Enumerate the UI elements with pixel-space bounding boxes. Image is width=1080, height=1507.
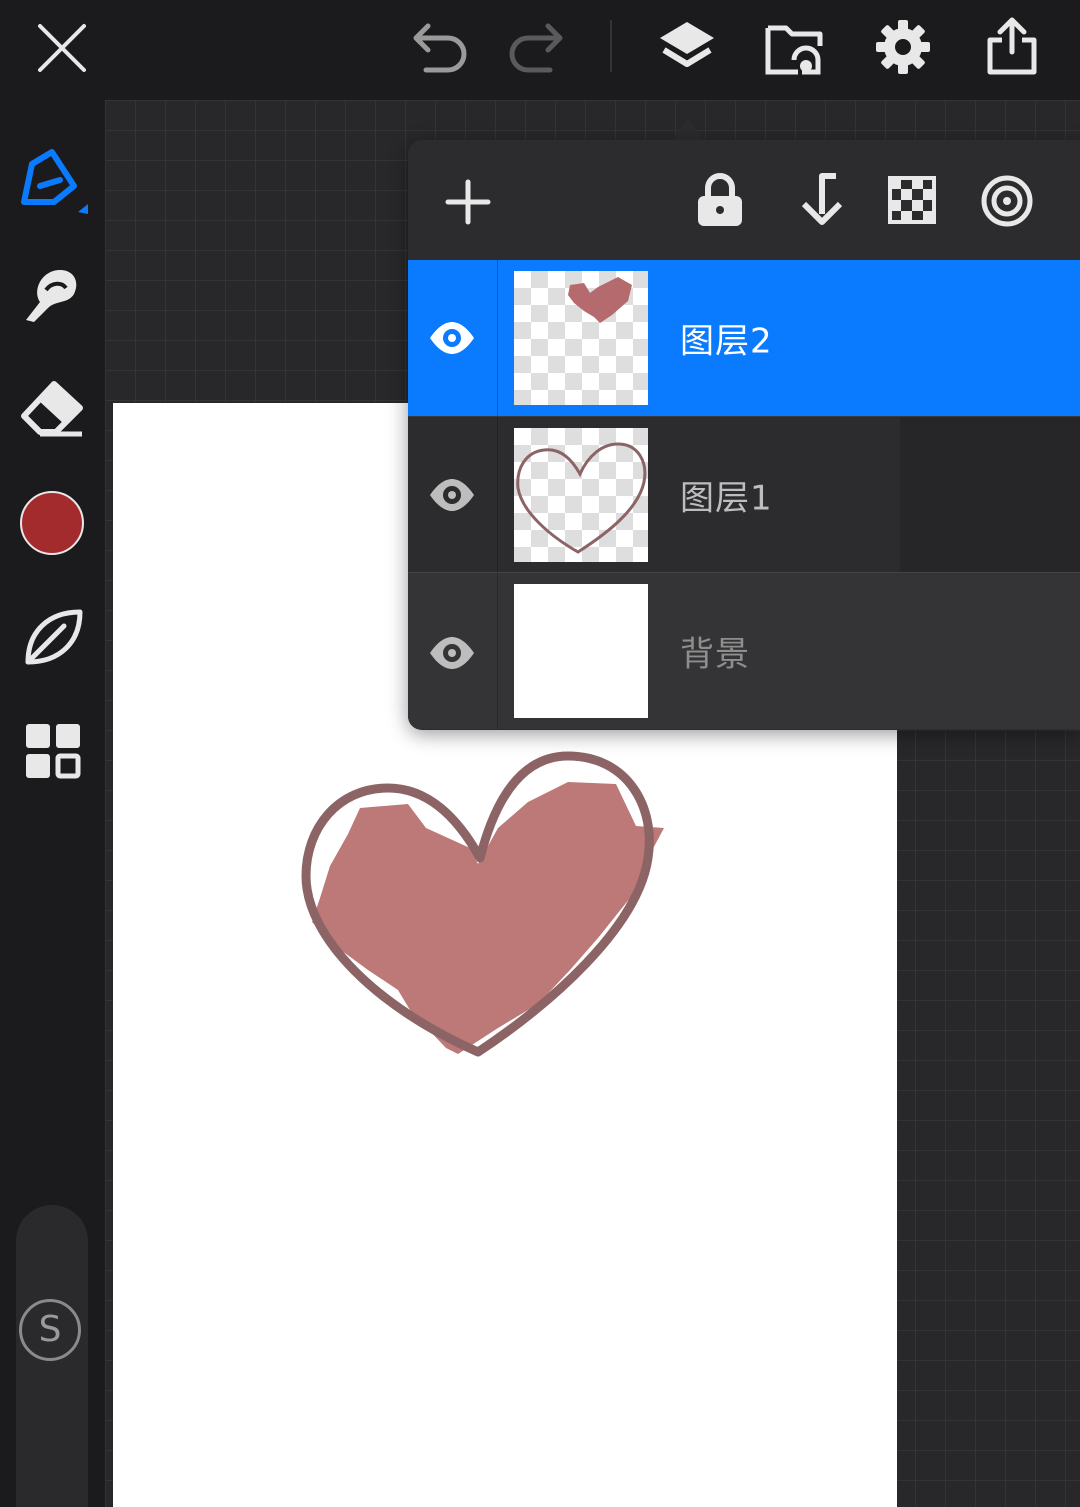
panel-pointer xyxy=(672,118,704,140)
close-icon[interactable] xyxy=(34,20,90,76)
layer-thumbnail xyxy=(514,584,648,718)
brush-icon[interactable] xyxy=(18,148,90,218)
row-shade xyxy=(900,417,1080,573)
color-swatch[interactable] xyxy=(20,491,84,555)
visibility-toggle[interactable] xyxy=(408,260,498,416)
target-icon[interactable] xyxy=(980,174,1034,228)
eraser-icon[interactable] xyxy=(20,380,84,438)
layer-name: 背景 xyxy=(680,634,750,675)
checkerboard-icon[interactable] xyxy=(888,176,936,224)
visibility-toggle[interactable] xyxy=(408,573,498,729)
layers-icon[interactable] xyxy=(656,18,718,78)
eye-icon xyxy=(428,635,476,671)
toolbar-divider xyxy=(610,20,612,72)
gallery-icon[interactable] xyxy=(764,20,826,76)
visibility-toggle[interactable] xyxy=(408,417,498,573)
redo-icon[interactable] xyxy=(506,20,566,78)
lock-icon[interactable] xyxy=(694,172,746,228)
undo-icon[interactable] xyxy=(410,20,470,78)
layer-row-2[interactable]: 图层2 xyxy=(408,260,1080,416)
add-layer-icon[interactable] xyxy=(444,178,492,226)
s-button[interactable]: S xyxy=(19,1299,81,1361)
layer-name: 图层2 xyxy=(680,321,773,362)
top-toolbar xyxy=(0,0,1080,100)
merge-down-icon[interactable] xyxy=(796,172,842,226)
layers-panel-header xyxy=(408,140,1080,260)
layer-row-1[interactable]: 图层1 xyxy=(408,416,1080,573)
layer-row-background[interactable]: 背景 xyxy=(408,572,1080,729)
settings-icon[interactable] xyxy=(874,18,932,76)
layer-thumbnail xyxy=(514,271,648,405)
heart-drawing xyxy=(301,751,664,1057)
layers-panel: 图层2 图层1 背景 xyxy=(408,140,1080,730)
layer-thumbnail xyxy=(514,428,648,562)
layer-name: 图层1 xyxy=(680,478,773,519)
eye-icon xyxy=(428,320,476,356)
grid-icon[interactable] xyxy=(24,722,82,780)
leaf-icon[interactable] xyxy=(22,606,84,668)
eye-icon xyxy=(428,477,476,513)
share-icon[interactable] xyxy=(984,16,1040,76)
smudge-icon[interactable] xyxy=(22,266,82,324)
